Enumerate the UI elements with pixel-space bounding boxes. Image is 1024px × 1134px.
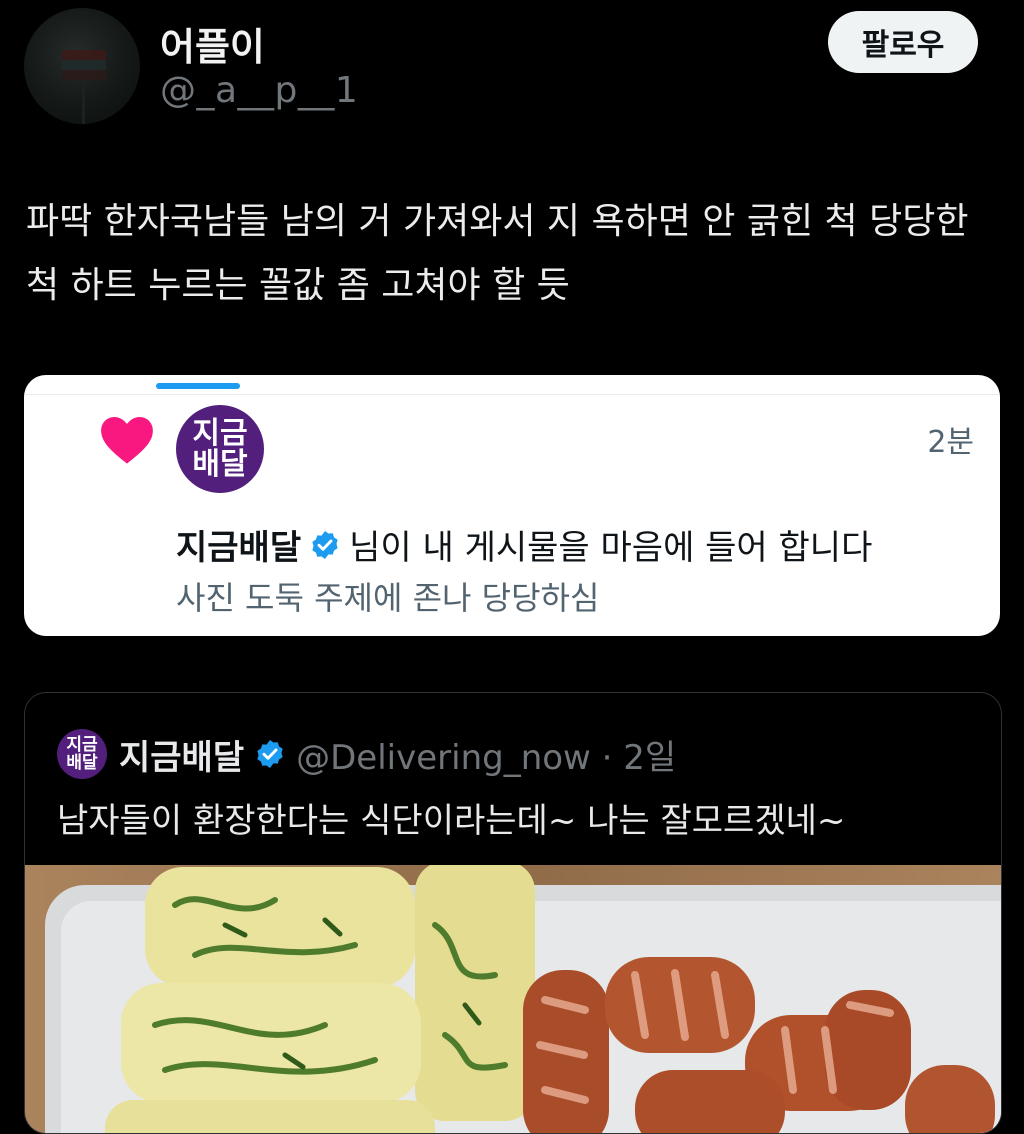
heart-icon (101, 417, 153, 464)
quoted-tweet-text: 남자들이 환장한다는 식단이라는데~ 나는 잘모르겠네~ (57, 801, 846, 841)
author-display-name[interactable]: 어플이 (160, 16, 265, 71)
notification-card-image[interactable]: 지금 배달 2분 지금배달 님이 내 게시물을 마음에 들어 합니다 사진 도둑… (24, 375, 1000, 636)
avatar-text-line2: 배달 (192, 447, 248, 482)
quoted-tweet[interactable]: 지금 배달 지금배달 @Delivering_now · 2일 남자들이 환장한… (24, 692, 1002, 1134)
quoted-tweet-name[interactable]: 지금배달 (119, 730, 244, 779)
delivering-now-avatar: 지금 배달 (176, 405, 264, 493)
avatar-text-line1: 지금 (192, 416, 248, 451)
author-handle[interactable]: @_a__p__1 (160, 70, 358, 111)
food-photo-image[interactable] (25, 865, 1001, 1134)
avatar-text-line1: 지금 (66, 735, 98, 755)
sign-pole (82, 80, 85, 124)
notification-user-name: 지금배달 (176, 528, 302, 568)
quoted-tweet-header: 지금 배달 지금배달 @Delivering_now · 2일 (57, 729, 676, 779)
quoted-tweet-handle-time: @Delivering_now · 2일 (296, 737, 677, 778)
notification-action-text: 님이 내 게시물을 마음에 들어 합니다 (349, 528, 873, 568)
tweet-text: 파딱 한자국남들 남의 거 가져와서 지 욕하면 안 긁힌 척 당당한 척 하트… (26, 201, 969, 306)
notification-time: 2분 (927, 425, 974, 460)
road-sign-icon (62, 50, 106, 80)
verified-badge-icon (312, 530, 338, 559)
tab-indicator (156, 383, 240, 389)
rolled-omelette (105, 865, 535, 1133)
verified-badge-icon (257, 740, 283, 768)
divider (24, 394, 1000, 395)
notification-subtext: 사진 도둑 주제에 존나 당당하심 (176, 579, 600, 617)
author-avatar[interactable] (24, 8, 140, 124)
follow-button[interactable]: 팔로우 (828, 11, 978, 73)
avatar-text-line2: 배달 (66, 753, 98, 773)
notification-line: 지금배달 님이 내 게시물을 마음에 들어 합니다 (176, 520, 872, 569)
quoted-tweet-avatar[interactable]: 지금 배달 (57, 729, 107, 779)
